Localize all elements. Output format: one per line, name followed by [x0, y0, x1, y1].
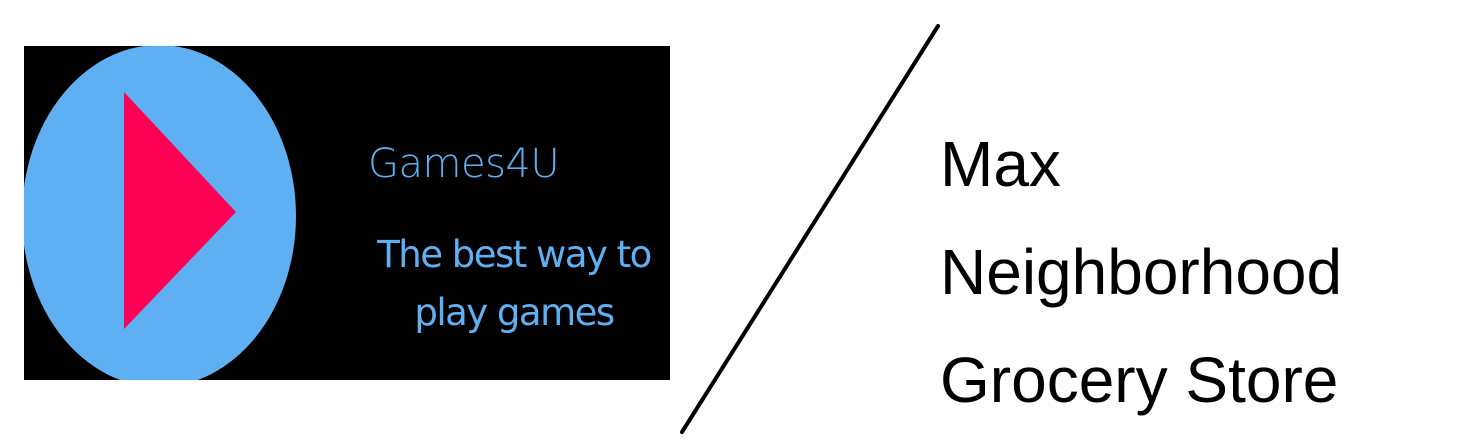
- games4u-logo: Games4U The best way to play games: [24, 46, 670, 380]
- slash-divider: [680, 24, 940, 434]
- tagline-line-2: play games: [414, 291, 615, 334]
- logo-tagline: The best way to play games: [354, 226, 670, 342]
- tagline-line-1: The best way to: [377, 233, 652, 276]
- logo-brand-name: Games4U: [368, 141, 560, 187]
- store-name-line-1: Max: [940, 128, 1061, 200]
- store-name-line-2: Neighborhood: [940, 236, 1343, 308]
- store-name-line-3: Grocery Store: [940, 344, 1339, 416]
- store-name: Max Neighborhood Grocery Store: [940, 110, 1342, 434]
